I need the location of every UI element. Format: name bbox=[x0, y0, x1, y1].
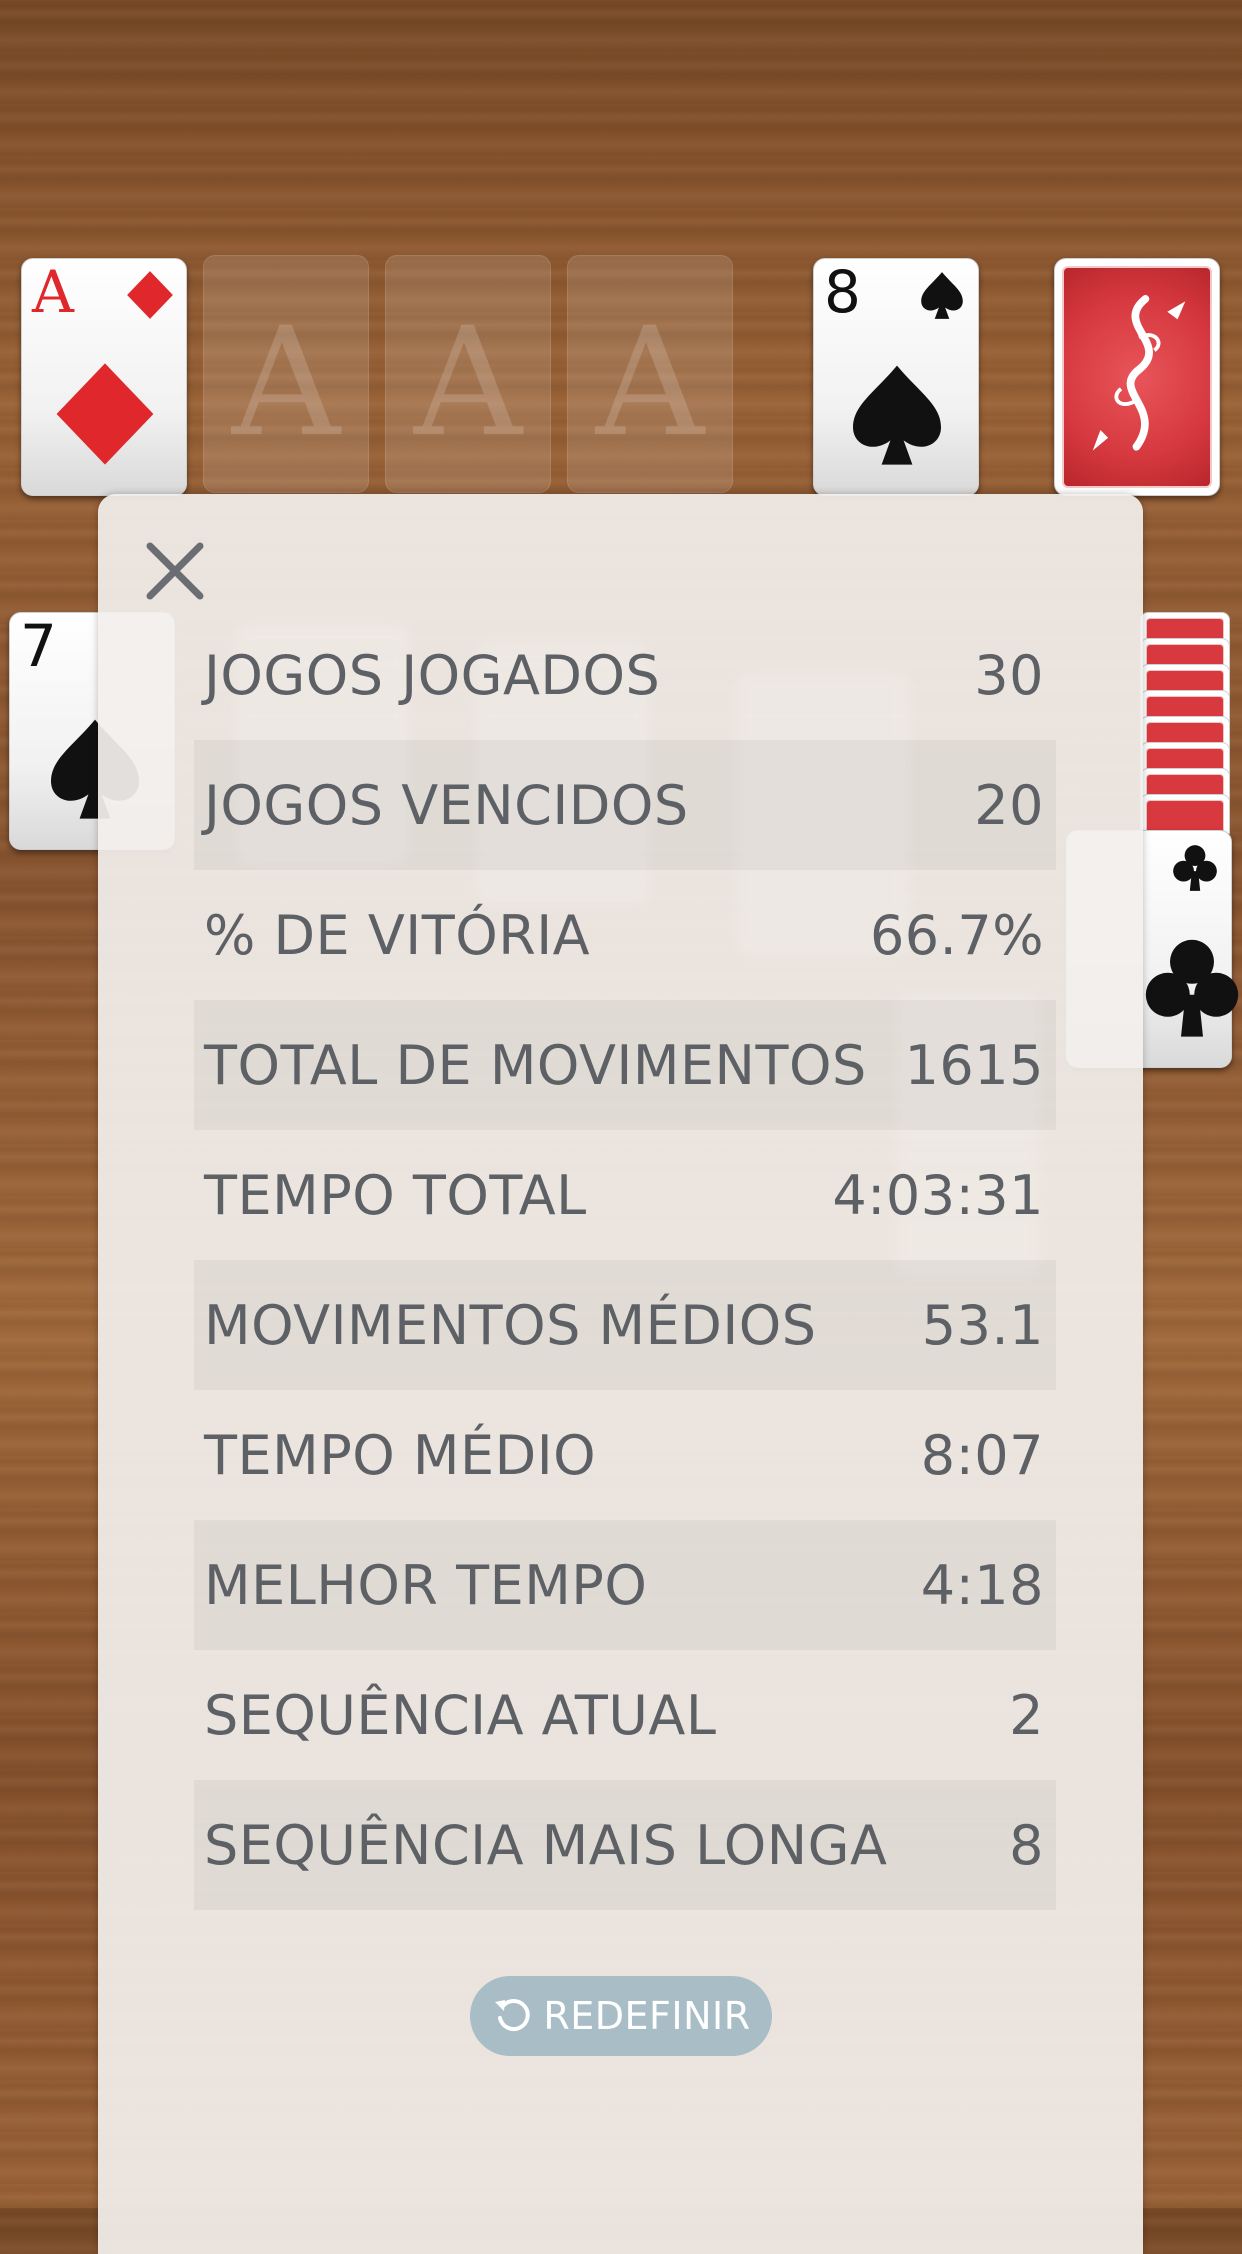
stat-label: JOGOS VENCIDOS bbox=[204, 773, 689, 837]
stat-value: 20 bbox=[974, 773, 1044, 837]
stat-label: SEQUÊNCIA MAIS LONGA bbox=[204, 1813, 888, 1877]
card-back-pattern bbox=[1062, 266, 1212, 488]
stat-label: TEMPO MÉDIO bbox=[204, 1423, 597, 1487]
diamond-icon bbox=[127, 271, 173, 319]
foundation-placeholder: A bbox=[595, 296, 705, 470]
stat-label: % DE VITÓRIA bbox=[204, 903, 591, 967]
stat-value: 8:07 bbox=[920, 1423, 1044, 1487]
stat-row-best-time: MELHOR TEMPO 4:18 bbox=[194, 1520, 1056, 1650]
foundation-slot[interactable]: A bbox=[385, 255, 551, 493]
diamond-icon bbox=[56, 363, 154, 465]
stat-row-win-percentage: % DE VITÓRIA 66.7% bbox=[194, 870, 1056, 1000]
stats-list: JOGOS JOGADOS 30 JOGOS VENCIDOS 20 % DE … bbox=[194, 610, 1056, 1910]
stat-value: 53.1 bbox=[921, 1293, 1044, 1357]
stat-row-total-time: TEMPO TOTAL 4:03:31 bbox=[194, 1130, 1056, 1260]
stat-value: 4:18 bbox=[920, 1553, 1044, 1617]
stat-row-average-moves: MOVIMENTOS MÉDIOS 53.1 bbox=[194, 1260, 1056, 1390]
card-rank: A bbox=[32, 258, 74, 326]
reset-button[interactable]: REDEFINIR bbox=[470, 1976, 772, 2056]
stat-row-games-won: JOGOS VENCIDOS 20 bbox=[194, 740, 1056, 870]
stat-value: 2 bbox=[1009, 1683, 1044, 1747]
waste-card-eight-spades[interactable]: 8 bbox=[813, 258, 979, 496]
stat-row-total-moves: TOTAL DE MOVIMENTOS 1615 bbox=[194, 1000, 1056, 1130]
foundation-card-ace-diamonds[interactable]: A bbox=[21, 258, 187, 496]
stat-label: MOVIMENTOS MÉDIOS bbox=[204, 1293, 817, 1357]
stat-row-longest-streak: SEQUÊNCIA MAIS LONGA 8 bbox=[194, 1780, 1056, 1910]
stat-value: 30 bbox=[974, 643, 1044, 707]
club-icon bbox=[1145, 939, 1239, 1037]
statistics-panel: JOGOS JOGADOS 30 JOGOS VENCIDOS 20 % DE … bbox=[98, 494, 1143, 2254]
stat-value: 1615 bbox=[904, 1033, 1044, 1097]
stock-pile[interactable] bbox=[1054, 258, 1220, 496]
stat-value: 66.7% bbox=[869, 903, 1044, 967]
stat-row-average-time: TEMPO MÉDIO 8:07 bbox=[194, 1390, 1056, 1520]
close-icon[interactable] bbox=[144, 540, 206, 602]
stat-label: SEQUÊNCIA ATUAL bbox=[204, 1683, 717, 1747]
foundation-placeholder: A bbox=[413, 296, 523, 470]
stat-row-games-played: JOGOS JOGADOS 30 bbox=[194, 610, 1056, 740]
stat-label: JOGOS JOGADOS bbox=[204, 643, 661, 707]
swirl-ornament-icon bbox=[1092, 295, 1186, 451]
stat-value: 4:03:31 bbox=[832, 1163, 1044, 1227]
stat-value: 8 bbox=[1009, 1813, 1044, 1877]
card-rank: 7 bbox=[20, 612, 57, 680]
foundation-placeholder: A bbox=[231, 296, 341, 470]
stat-label: TEMPO TOTAL bbox=[204, 1163, 587, 1227]
club-icon bbox=[1173, 845, 1217, 891]
card-rank: 8 bbox=[824, 258, 861, 326]
spade-icon bbox=[921, 272, 963, 319]
stat-row-current-streak: SEQUÊNCIA ATUAL 2 bbox=[194, 1650, 1056, 1780]
refresh-icon bbox=[495, 1999, 530, 2032]
foundation-slot[interactable]: A bbox=[567, 255, 733, 493]
reset-label: REDEFINIR bbox=[543, 1994, 751, 2038]
stat-label: MELHOR TEMPO bbox=[204, 1553, 648, 1617]
face-down-card bbox=[1140, 794, 1230, 834]
foundation-slot[interactable]: A bbox=[203, 255, 369, 493]
spade-icon bbox=[853, 365, 941, 465]
stat-label: TOTAL DE MOVIMENTOS bbox=[204, 1033, 867, 1097]
